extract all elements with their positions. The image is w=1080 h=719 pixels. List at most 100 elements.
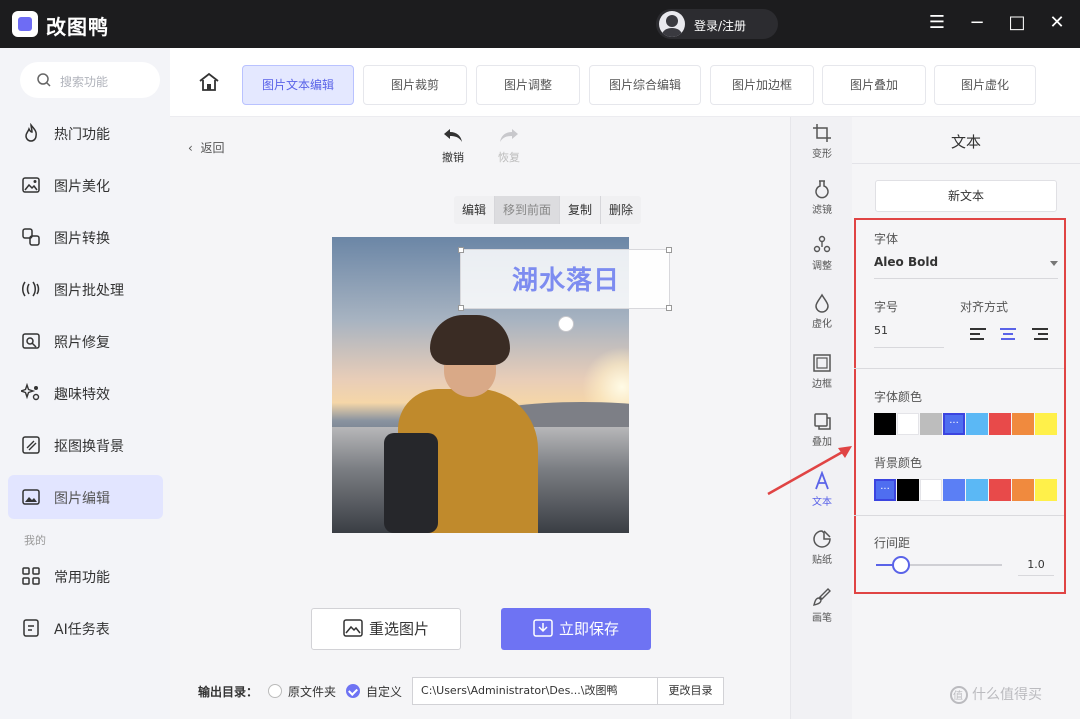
grid-icon <box>22 567 40 585</box>
maximize-icon[interactable]: □ <box>1004 10 1030 36</box>
sidebar-item-image-edit[interactable]: 图片编辑 <box>8 475 163 519</box>
align-center-icon[interactable] <box>1000 328 1016 342</box>
minimize-icon[interactable]: − <box>964 10 990 36</box>
sidebar-item-convert[interactable]: 图片转换 <box>8 215 163 259</box>
resize-handle[interactable] <box>458 247 464 253</box>
bg-color-swatch[interactable] <box>989 479 1011 501</box>
ctx-delete[interactable]: 删除 <box>601 196 641 224</box>
sidebar-item-cutout[interactable]: 抠图换背景 <box>8 423 163 467</box>
option-custom-label: 自定义 <box>366 684 403 699</box>
ctx-copy[interactable]: 复制 <box>560 196 602 224</box>
font-select[interactable]: Aleo Bold <box>874 255 1058 279</box>
save-now-button[interactable]: 立即保存 <box>501 608 651 650</box>
home-icon[interactable] <box>198 72 220 92</box>
canvas-area: ‹ 返回 撤销 恢复 编辑 移到前面 复制 删除 湖水落日 重选图片 立即保存 <box>170 117 790 719</box>
font-color-label: 字体颜色 <box>874 390 923 404</box>
radio-original-folder[interactable] <box>268 684 283 698</box>
new-text-button[interactable]: 新文本 <box>875 180 1057 212</box>
photo-backpack <box>384 433 438 533</box>
bg-color-swatch[interactable] <box>920 479 942 501</box>
bg-color-swatch[interactable] <box>1012 479 1034 501</box>
tool-label: 画笔 <box>812 613 832 624</box>
align-right-icon[interactable] <box>1032 328 1048 342</box>
resize-handle[interactable] <box>458 305 464 311</box>
undo-label: 撤销 <box>442 151 464 164</box>
search-input[interactable]: 搜索功能 <box>20 62 160 98</box>
watermark: 什么值得买 <box>950 684 1042 704</box>
font-color-swatch[interactable] <box>874 413 896 435</box>
tool-label: 虚化 <box>812 319 832 330</box>
font-size-input[interactable]: 51 <box>874 324 944 348</box>
sidebar-item-ai-tasks[interactable]: AI任务表 <box>8 606 163 650</box>
sidebar-item-batch[interactable]: 图片批处理 <box>8 267 163 311</box>
login-button[interactable]: 登录/注册 <box>656 9 778 39</box>
font-color-swatch[interactable] <box>1035 413 1057 435</box>
text-overlay[interactable]: 湖水落日 <box>461 260 671 297</box>
line-spacing-value[interactable]: 1.0 <box>1018 554 1054 576</box>
bg-color-swatch[interactable] <box>874 479 896 501</box>
tool-filter[interactable]: 滤镜 <box>791 179 853 216</box>
chevron-down-icon <box>1050 261 1058 266</box>
change-directory-button[interactable]: 更改目录 <box>658 677 725 705</box>
sidebar-item-common[interactable]: 常用功能 <box>8 554 163 598</box>
tool-blur[interactable]: 虚化 <box>791 293 853 330</box>
tab-overlay[interactable]: 图片叠加 <box>822 65 926 105</box>
ctx-bring-front[interactable]: 移到前面 <box>495 196 561 224</box>
undo-button[interactable]: 撤销 <box>438 127 468 165</box>
resize-handle[interactable] <box>666 247 672 253</box>
output-label: 输出目录： <box>198 684 259 699</box>
bg-color-swatch[interactable] <box>1035 479 1057 501</box>
sidebar-item-effects[interactable]: 趣味特效 <box>8 371 163 415</box>
align-left-icon[interactable] <box>970 328 986 342</box>
tool-label: 边框 <box>812 379 832 390</box>
redo-button[interactable]: 恢复 <box>494 127 524 165</box>
slider-handle[interactable] <box>892 556 910 574</box>
resize-handle[interactable] <box>666 305 672 311</box>
font-color-swatch[interactable] <box>897 413 919 435</box>
sidebar-item-label: 趣味特效 <box>54 387 110 403</box>
reselect-image-button[interactable]: 重选图片 <box>311 608 461 650</box>
line-spacing-slider[interactable] <box>876 556 1002 574</box>
tool-sticker[interactable]: 贴纸 <box>791 529 853 566</box>
login-label: 登录/注册 <box>694 19 747 33</box>
sidebar-item-hot[interactable]: 热门功能 <box>8 111 163 155</box>
bg-color-swatch[interactable] <box>966 479 988 501</box>
close-icon[interactable]: ✕ <box>1044 10 1070 36</box>
tab-crop[interactable]: 图片裁剪 <box>363 65 467 105</box>
tool-brush[interactable]: 画笔 <box>791 587 853 624</box>
image-beautify-icon <box>22 177 40 193</box>
text-overlay-box[interactable]: 湖水落日 <box>458 247 672 311</box>
blur-drop-icon <box>815 293 829 313</box>
ctx-edit[interactable]: 编辑 <box>454 196 496 224</box>
font-color-swatch[interactable] <box>989 413 1011 435</box>
output-path-field[interactable]: C:\Users\Administrator\Des...\改图鸭 <box>412 677 659 705</box>
radio-custom-folder[interactable] <box>346 684 361 698</box>
tool-transform[interactable]: 变形 <box>791 123 853 160</box>
text-properties-panel: 文本 新文本 字体 Aleo Bold 字号 对齐方式 51 字体颜色 背景颜色… <box>852 117 1080 719</box>
font-color-swatch[interactable] <box>1012 413 1034 435</box>
sidebar-item-beautify[interactable]: 图片美化 <box>8 163 163 207</box>
tool-frame[interactable]: 边框 <box>791 353 853 390</box>
task-list-icon <box>23 619 39 637</box>
tab-composite-edit[interactable]: 图片综合编辑 <box>589 65 701 105</box>
sticker-icon <box>813 530 831 548</box>
font-color-swatch[interactable] <box>920 413 942 435</box>
overlay-icon <box>814 413 831 430</box>
sidebar-item-repair[interactable]: 照片修复 <box>8 319 163 363</box>
tool-adjust[interactable]: 调整 <box>791 235 853 272</box>
tab-blur[interactable]: 图片虚化 <box>934 65 1036 105</box>
font-color-swatch[interactable] <box>943 413 965 435</box>
title-bar: 改图鸭 登录/注册 ☰ − □ ✕ <box>0 0 1080 48</box>
font-color-swatch[interactable] <box>966 413 988 435</box>
bg-color-swatch[interactable] <box>943 479 965 501</box>
tab-text-edit[interactable]: 图片文本编辑 <box>242 65 354 105</box>
option-original-label: 原文件夹 <box>288 684 337 699</box>
tab-add-border[interactable]: 图片加边框 <box>710 65 814 105</box>
download-icon <box>533 619 553 637</box>
brush-icon <box>813 588 831 606</box>
tab-adjust[interactable]: 图片调整 <box>476 65 580 105</box>
bg-color-swatch[interactable] <box>897 479 919 501</box>
rotate-handle[interactable] <box>558 316 574 332</box>
back-button[interactable]: ‹ 返回 <box>188 139 224 156</box>
menu-icon[interactable]: ☰ <box>924 10 950 36</box>
